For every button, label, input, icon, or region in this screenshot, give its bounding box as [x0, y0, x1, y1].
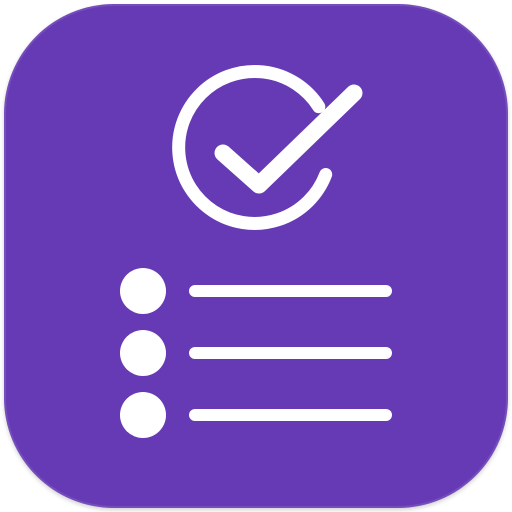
list-item	[120, 330, 392, 376]
bullet-dot	[120, 330, 166, 376]
checkmark-stroke	[214, 84, 363, 194]
list-item	[120, 268, 392, 314]
check-circle-icon	[172, 65, 363, 230]
icon-canvas	[0, 0, 512, 512]
bullet-dot	[120, 392, 166, 438]
checklist-glyph	[120, 65, 392, 438]
bullet-dot	[120, 268, 166, 314]
list-item	[120, 392, 392, 438]
bulleted-list-icon	[120, 268, 392, 438]
